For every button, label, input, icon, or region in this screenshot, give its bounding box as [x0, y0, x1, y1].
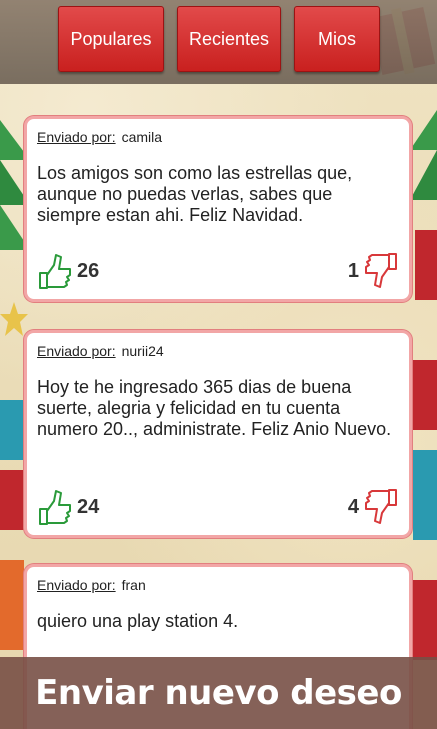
sender-label: Enviado por: — [37, 343, 116, 359]
dislike-count: 4 — [347, 495, 359, 518]
thumbs-up-icon[interactable] — [37, 487, 73, 527]
sender-name: camila — [121, 129, 163, 145]
wish-card[interactable]: Enviado por: camila Los amigos son como l… — [24, 116, 412, 302]
like-count: 26 — [77, 259, 100, 282]
tree-decoration-icon — [410, 110, 437, 300]
thumbs-down-icon[interactable] — [363, 251, 399, 291]
tab-recientes[interactable]: Recientes — [177, 6, 281, 72]
tab-populares[interactable]: Populares — [58, 6, 164, 72]
star-decoration-icon — [0, 302, 28, 336]
wish-message: quiero una play station 4. — [37, 611, 239, 631]
dislike-count: 1 — [347, 259, 359, 282]
wish-card[interactable]: Enviado por: nurii24 Hoy te he ingresado … — [24, 330, 412, 538]
sender-label: Enviado por: — [37, 129, 116, 145]
sender-name: fran — [121, 577, 146, 593]
like-control[interactable]: 26 — [37, 251, 99, 291]
wish-message: Hoy te he ingresado 365 dias de buena su… — [37, 377, 392, 439]
thumbs-down-icon[interactable] — [363, 487, 399, 527]
like-control[interactable]: 24 — [37, 487, 99, 527]
dislike-control[interactable]: 1 — [348, 251, 399, 291]
gift-decoration-icon — [413, 360, 437, 540]
sender-label: Enviado por: — [37, 577, 116, 593]
tab-mios[interactable]: Mios — [294, 6, 380, 72]
gift-decoration-icon — [413, 580, 437, 660]
dislike-control[interactable]: 4 — [348, 487, 399, 527]
tab-bar: Populares Recientes Mios — [0, 6, 437, 72]
sender-line: Enviado por: nurii24 — [37, 343, 164, 359]
gift-decoration-icon — [0, 400, 24, 530]
sender-line: Enviado por: fran — [37, 577, 146, 593]
sender-line: Enviado por: camila — [37, 129, 162, 145]
wish-message: Los amigos son como las estrellas que, a… — [37, 163, 353, 225]
send-wish-button[interactable]: Enviar nuevo deseo — [0, 657, 437, 729]
thumbs-up-icon[interactable] — [37, 251, 73, 291]
sender-name: nurii24 — [121, 343, 164, 359]
gift-decoration-icon — [0, 560, 24, 650]
like-count: 24 — [77, 495, 100, 518]
